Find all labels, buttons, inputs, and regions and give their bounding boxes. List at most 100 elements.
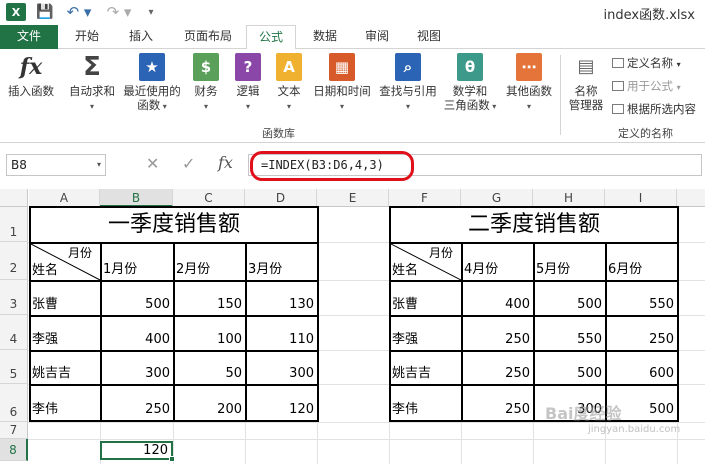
financial-button[interactable]: $ 财务 ▾ — [186, 53, 226, 114]
datetime-button[interactable]: ▦ 日期和时间 ▾ — [310, 53, 374, 114]
q1-month-header[interactable]: 2月份 — [175, 244, 247, 282]
q2-month-header[interactable]: 5月份 — [535, 244, 607, 282]
q1-value-cell[interactable]: 250 — [102, 386, 175, 420]
row-header-7[interactable]: 7 — [0, 422, 28, 439]
q1-name-cell[interactable]: 姚吉吉 — [31, 352, 102, 386]
title-bar: X 💾 ↶ ▾ ↷ ▾ ▾ index函数.xlsx — [0, 0, 705, 25]
autosum-button[interactable]: Σ 自动求和 ▾ — [64, 53, 120, 114]
q2-month-header[interactable]: 4月份 — [463, 244, 535, 282]
tab-home[interactable]: 开始 — [64, 25, 110, 49]
column-header-b[interactable]: B — [100, 189, 173, 207]
q1-name-cell[interactable]: 张曹 — [31, 282, 102, 317]
q1-value-cell[interactable]: 120 — [247, 386, 317, 420]
q1-value-cell[interactable]: 150 — [175, 282, 247, 317]
q1-value-cell[interactable]: 400 — [102, 317, 175, 352]
q1-name-cell[interactable]: 李强 — [31, 317, 102, 352]
column-header-g[interactable]: G — [461, 189, 533, 207]
save-icon[interactable]: 💾 — [36, 3, 54, 21]
create-from-selection-button[interactable]: 根据所选内容 — [612, 101, 696, 117]
tab-view[interactable]: 视图 — [406, 25, 452, 49]
fill-handle[interactable] — [169, 456, 175, 462]
q2-name-cell[interactable]: 李强 — [391, 317, 463, 352]
q1-name-cell[interactable]: 李伟 — [31, 386, 102, 420]
q1-value-cell[interactable]: 200 — [175, 386, 247, 420]
cancel-icon[interactable]: ✕ — [146, 154, 159, 173]
row-header-3[interactable]: 3 — [0, 280, 28, 315]
q1-value-cell[interactable]: 100 — [175, 317, 247, 352]
define-name-button[interactable]: 定义名称 ▾ — [612, 55, 681, 71]
q2-header-corner-cell[interactable]: 月份 姓名 — [391, 244, 463, 282]
row-header-4[interactable]: 4 — [0, 315, 28, 350]
row-header-2[interactable]: 2 — [0, 242, 28, 280]
column-header-d[interactable]: D — [245, 189, 317, 207]
tab-file[interactable]: 文件 — [0, 25, 58, 49]
q1-value-cell[interactable]: 300 — [102, 352, 175, 386]
q1-value-cell[interactable]: 110 — [247, 317, 317, 352]
checkmark-icon[interactable]: ✓ — [182, 154, 195, 173]
more-functions-button[interactable]: ⋯ 其他函数 ▾ — [500, 53, 558, 114]
recent-label-2: 函数 — [137, 98, 161, 112]
q2-name-cell[interactable]: 张曹 — [391, 282, 463, 317]
tab-formulas[interactable]: 公式 — [246, 25, 296, 50]
lookup-button[interactable]: ⌕ 查找与引用 ▾ — [376, 53, 440, 114]
q2-value-cell[interactable]: 400 — [463, 282, 535, 317]
column-header-e[interactable]: E — [317, 189, 389, 207]
tab-review[interactable]: 审阅 — [354, 25, 400, 49]
q2-value-cell[interactable]: 500 — [535, 282, 607, 317]
q1-value-cell[interactable]: 300 — [247, 352, 317, 386]
q2-value-cell[interactable]: 550 — [535, 317, 607, 352]
q2-value-cell[interactable]: 250 — [463, 352, 535, 386]
q1-month-header[interactable]: 3月份 — [247, 244, 317, 282]
recent-functions-button[interactable]: ★ 最近使用的 函数 ▾ — [120, 53, 184, 114]
name-manager-button[interactable]: ▤ 名称 管理器 — [564, 53, 608, 112]
customize-toolbar-icon[interactable]: ▾ — [144, 3, 158, 21]
use-in-formula-button[interactable]: 用于公式 ▾ — [612, 78, 681, 94]
name-box[interactable]: B8 ▾ — [6, 154, 106, 176]
q2-month-label: 6月份 — [608, 262, 643, 277]
q2-value-cell[interactable]: 250 — [463, 317, 535, 352]
insert-function-button[interactable]: fx 插入函数 — [4, 53, 58, 98]
q2-value-cell[interactable]: 550 — [607, 282, 677, 317]
text-button[interactable]: A 文本 ▾ — [270, 53, 308, 114]
grid-icon — [612, 104, 624, 114]
undo-icon[interactable]: ↶ ▾ — [64, 3, 94, 21]
q2-name-cell[interactable]: 姚吉吉 — [391, 352, 463, 386]
q2-month-label: 4月份 — [464, 262, 499, 277]
column-header-f[interactable]: F — [389, 189, 461, 207]
column-header-a[interactable]: A — [29, 189, 100, 207]
column-header-c[interactable]: C — [173, 189, 245, 207]
name-manager-label-2: 管理器 — [568, 98, 604, 112]
row-header-5[interactable]: 5 — [0, 350, 28, 384]
q2-value-cell[interactable]: 250 — [607, 317, 677, 352]
formula-input[interactable]: =INDEX(B3:D6,4,3) — [248, 154, 702, 176]
q2-month-header[interactable]: 6月份 — [607, 244, 677, 282]
chevron-down-icon: ▾ — [245, 102, 250, 111]
q2-table-title[interactable]: 二季度销售额 — [391, 208, 677, 244]
active-cell-b8[interactable]: 120 — [100, 441, 173, 460]
tab-data[interactable]: 数据 — [302, 25, 348, 49]
q2-name-cell[interactable]: 李伟 — [391, 386, 463, 420]
row-header-1[interactable]: 1 — [0, 207, 28, 242]
q2-value-cell[interactable]: 500 — [535, 352, 607, 386]
logical-button[interactable]: ? 逻辑 ▾ — [228, 53, 268, 114]
q1-value-cell[interactable]: 500 — [102, 282, 175, 317]
chevron-down-icon[interactable]: ▾ — [97, 155, 101, 175]
redo-icon[interactable]: ↷ ▾ — [104, 3, 134, 21]
column-header-j[interactable] — [677, 189, 705, 207]
q1-month-header[interactable]: 1月份 — [102, 244, 175, 282]
tab-insert[interactable]: 插入 — [116, 25, 166, 49]
q2-value-cell[interactable]: 600 — [607, 352, 677, 386]
row-header-6[interactable]: 6 — [0, 384, 28, 422]
tab-page-layout[interactable]: 页面布局 — [172, 25, 244, 49]
q1-value-cell[interactable]: 130 — [247, 282, 317, 317]
q1-value-cell[interactable]: 50 — [175, 352, 247, 386]
column-header-h[interactable]: H — [533, 189, 605, 207]
q2-value-cell[interactable]: 250 — [463, 386, 535, 420]
q1-header-corner-cell[interactable]: 月份 姓名 — [31, 244, 102, 282]
row-header-8[interactable]: 8 — [0, 439, 28, 461]
column-header-i[interactable]: I — [605, 189, 677, 207]
math-button[interactable]: θ 数学和 三角函数 ▾ — [442, 53, 498, 114]
insert-function-fx-icon[interactable]: fx — [218, 153, 233, 172]
q1-table-title[interactable]: 一季度销售额 — [31, 208, 317, 244]
select-all-corner[interactable] — [0, 189, 28, 207]
